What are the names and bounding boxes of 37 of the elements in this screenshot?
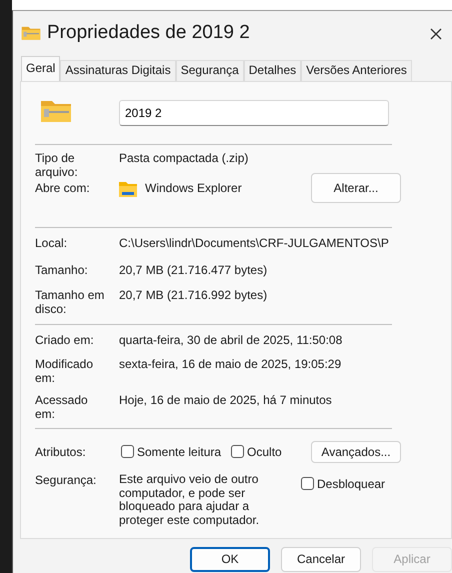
field-value: Windows Explorer <box>145 181 242 196</box>
field-value: Pasta compactada (.zip) <box>119 151 248 166</box>
zip-folder-icon <box>40 98 72 124</box>
tab[interactable]: Assinaturas Digitais <box>60 60 176 81</box>
field-value: 20,7 MB (21.716.992 bytes) <box>119 288 268 302</box>
close-icon <box>430 28 442 40</box>
field-label: Local: <box>35 236 68 252</box>
field-value: quarta-feira, 30 de abril de 2025, 11:50:08 <box>119 333 342 348</box>
field-label: Criado em: <box>35 333 95 349</box>
tab[interactable]: Geral <box>21 56 60 81</box>
dialog-button[interactable]: Cancelar <box>281 547 361 572</box>
field-value: Hoje, 16 de maio de 2025, há 7 minutos <box>119 393 332 408</box>
field-value: 20,7 MB (21.716.477 bytes) <box>119 263 268 278</box>
window-title: Propriedades de 2019 2 <box>47 22 250 44</box>
tab[interactable]: Segurança <box>176 60 244 81</box>
advanced-button[interactable]: Avançados... <box>311 440 401 463</box>
field-label: Acessado em: <box>35 393 89 422</box>
field-label: Atributos: <box>35 444 87 459</box>
tab[interactable]: Detalhes <box>244 60 302 81</box>
field-label: Segurança: <box>35 472 98 489</box>
change-button[interactable]: Alterar... <box>311 173 401 203</box>
field-label: Modificado em: <box>35 357 94 388</box>
field-value: C:\Users\lindr\Documents\CRF-JULGAMENTOS\P <box>119 236 389 250</box>
field-label: Tamanho: <box>35 263 89 279</box>
folder-icon <box>119 181 137 197</box>
field-label: Tamanho em disco: <box>35 288 106 318</box>
security-text: Este arquivo veio de outro computador, e pode ser bloqueado para ajudar a proteger este computador. <box>119 472 260 528</box>
checkbox[interactable]: Desbloquear <box>301 476 386 492</box>
folder-icon <box>21 25 41 41</box>
field-label: Tipo de arquivo: <box>35 151 79 181</box>
checkbox[interactable]: Somente leitura <box>121 444 222 459</box>
name-field[interactable]: 2019 2 <box>119 100 389 126</box>
field-value: sexta-feira, 16 de maio de 2025, 19:05:29 <box>119 357 342 372</box>
dialog-button[interactable]: OK <box>190 547 270 572</box>
checkbox[interactable]: Oculto <box>231 444 282 459</box>
tab[interactable]: Versões Anteriores <box>301 60 412 81</box>
field-label: Abre com: <box>35 181 91 197</box>
